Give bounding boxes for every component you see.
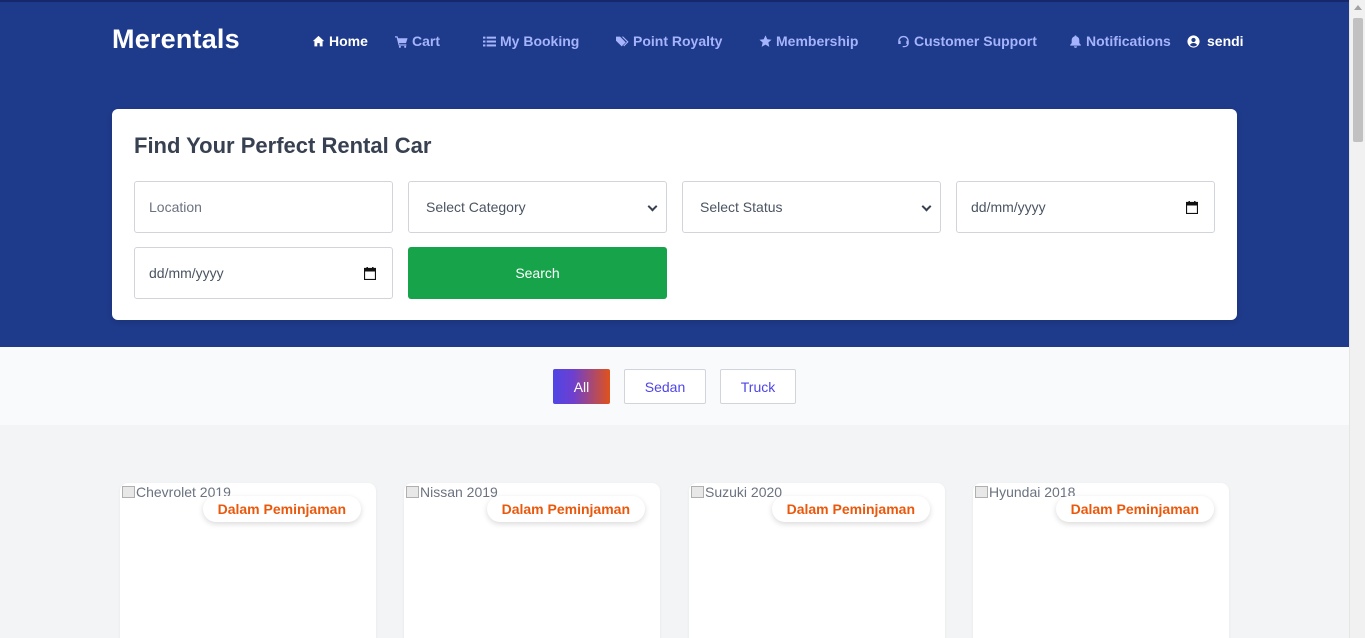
category-filter-bar: All Sedan Truck [0,347,1349,425]
nav-my-booking[interactable]: My Booking [483,33,579,49]
location-input[interactable]: Location [134,181,393,233]
car-image: Suzuki 2020 [689,483,782,500]
nav-customer-support[interactable]: Customer Support [897,33,1037,49]
nav-cart-label: Cart [412,33,441,49]
tags-icon [616,36,629,46]
car-card[interactable]: Nissan 2019 Dalam Peminjaman [404,483,660,638]
nav-point-royalty[interactable]: Point Royalty [616,33,722,49]
search-title: Find Your Perfect Rental Car [134,133,432,158]
filter-sedan-button[interactable]: Sedan [624,369,706,404]
bell-icon [1070,34,1081,48]
nav-home-label: Home [329,33,368,49]
car-card[interactable]: Hyundai 2018 Dalam Peminjaman [973,483,1229,638]
nav-membership[interactable]: Membership [759,33,858,49]
chevron-down-icon [921,201,932,212]
search-button[interactable]: Search [408,247,667,299]
calendar-icon[interactable] [364,267,376,280]
car-image: Hyundai 2018 [973,483,1075,500]
car-image-alt: Suzuki 2020 [705,484,783,500]
search-panel: Find Your Perfect Rental Car Location Se… [112,109,1237,320]
nav-customer-support-label: Customer Support [914,33,1037,49]
nav-cart[interactable]: Cart [395,33,440,49]
broken-image-icon [689,483,705,499]
nav-notifications-label: Notifications [1086,33,1171,49]
car-image: Nissan 2019 [404,483,498,500]
nav-point-royalty-label: Point Royalty [633,33,723,49]
nav-notifications[interactable]: Notifications [1069,33,1171,49]
broken-image-icon [120,483,136,499]
category-selected-value: Select Category [426,199,526,215]
status-badge: Dalam Peminjaman [486,496,645,522]
status-badge: Dalam Peminjaman [202,496,361,522]
start-date-placeholder: dd/mm/yyyy [971,199,1046,215]
status-badge: Dalam Peminjaman [1055,496,1214,522]
home-icon [312,35,325,46]
chevron-down-icon [647,201,658,212]
header: Merentals Home Cart My Booking Point Roy… [0,0,1349,347]
nav-home[interactable]: Home [312,33,368,49]
list-icon [483,36,496,46]
broken-image-icon [404,483,420,499]
headset-icon [898,35,909,47]
nav-my-booking-label: My Booking [500,33,580,49]
end-date-placeholder: dd/mm/yyyy [149,265,224,281]
main-nav: Home Cart My Booking Point Royalty Membe… [0,33,1349,53]
start-date-input[interactable]: dd/mm/yyyy [956,181,1215,233]
calendar-icon[interactable] [1186,201,1198,214]
nav-membership-label: Membership [776,33,859,49]
broken-image-icon [973,483,989,499]
cart-icon [395,35,408,48]
filter-truck-button[interactable]: Truck [720,369,796,404]
star-icon [759,34,772,47]
nav-user-menu[interactable]: sendi [1187,33,1244,49]
location-placeholder: Location [149,199,202,215]
car-image-alt: Nissan 2019 [420,484,498,500]
user-circle-icon [1187,34,1200,48]
vertical-scrollbar[interactable] [1349,0,1365,638]
status-badge: Dalam Peminjaman [771,496,930,522]
end-date-input[interactable]: dd/mm/yyyy [134,247,393,299]
scroll-up-arrow-icon[interactable] [1354,5,1362,10]
category-select[interactable]: Select Category [408,181,667,233]
status-selected-value: Select Status [700,199,783,215]
status-select[interactable]: Select Status [682,181,941,233]
filter-all-button[interactable]: All [553,369,610,404]
page: Merentals Home Cart My Booking Point Roy… [0,0,1349,638]
nav-user-label: sendi [1207,33,1244,49]
car-card[interactable]: Suzuki 2020 Dalam Peminjaman [689,483,945,638]
car-card[interactable]: Chevrolet 2019 Dalam Peminjaman [120,483,376,638]
scrollbar-thumb[interactable] [1353,18,1363,142]
